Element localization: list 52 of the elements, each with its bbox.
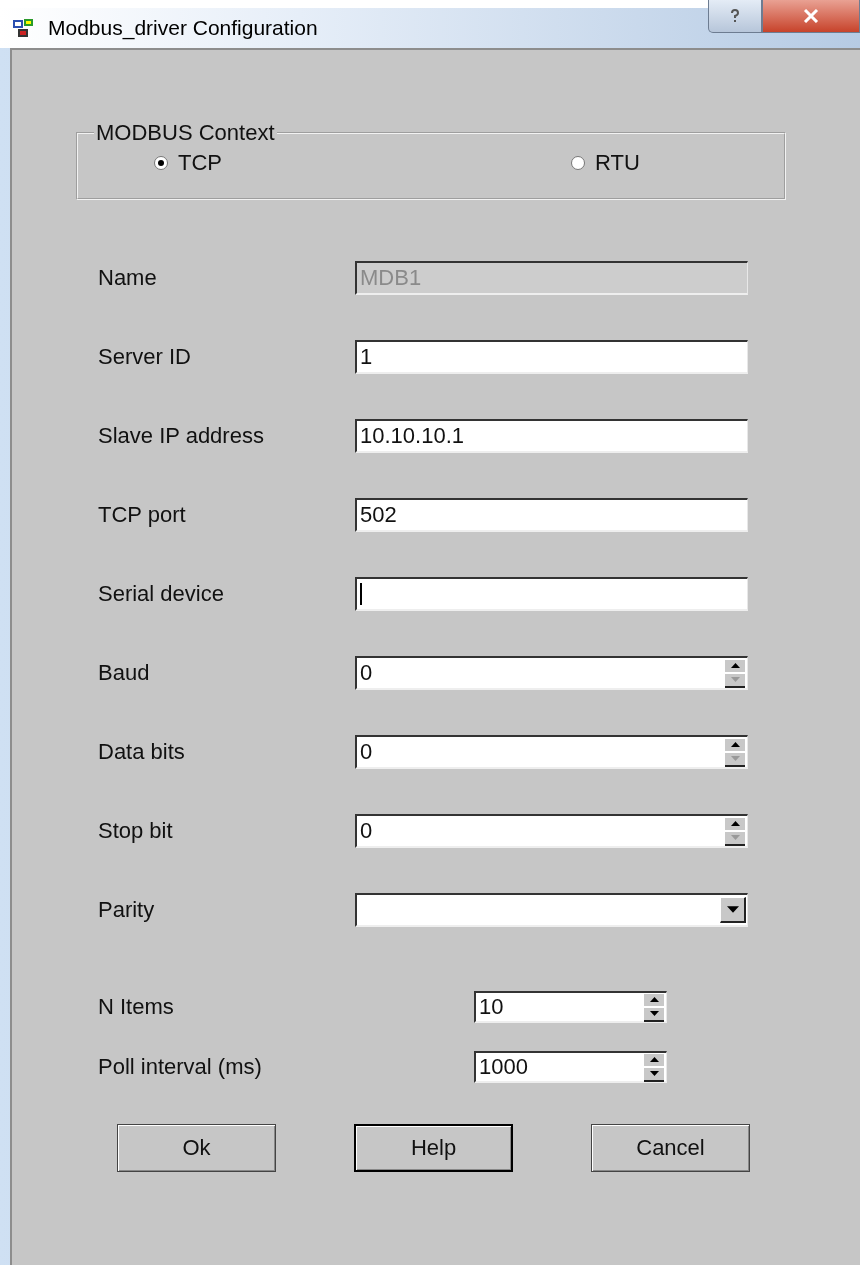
window-title: Modbus_driver Configuration [48, 16, 318, 40]
group-label: MODBUS Context [95, 120, 276, 146]
help-button[interactable] [708, 0, 762, 33]
question-mark-icon [728, 9, 742, 23]
spin-field[interactable]: 1000 [474, 1051, 667, 1083]
up-arrow-icon [730, 663, 740, 668]
spin-down-button[interactable] [644, 1006, 664, 1020]
field-label: Server ID [98, 344, 192, 370]
help-button[interactable]: Help [354, 1124, 513, 1172]
down-arrow-icon [730, 677, 740, 682]
field-label: Stop bit [98, 818, 174, 844]
input-field[interactable]: 10.10.10.1 [355, 419, 748, 453]
dropdown-field[interactable] [355, 893, 748, 927]
down-arrow-icon [649, 1071, 659, 1076]
spin-up-button[interactable] [644, 992, 664, 1006]
up-arrow-icon [730, 742, 740, 747]
field-label: TCP port [98, 502, 187, 528]
field-label: Slave IP address [98, 423, 265, 449]
spin-field[interactable]: 10 [474, 991, 667, 1023]
radio-option[interactable]: RTU [571, 150, 640, 176]
ok-button[interactable]: Ok [117, 1124, 276, 1172]
spin-up-button[interactable] [725, 737, 745, 751]
dropdown-button[interactable] [720, 897, 746, 923]
field-label: N Items [98, 994, 175, 1020]
spin-field[interactable]: 0 [355, 656, 748, 690]
spin-down-button[interactable] [644, 1066, 664, 1080]
field-label: Serial device [98, 581, 225, 607]
spin-up-button[interactable] [644, 1052, 664, 1066]
field-label: Parity [98, 897, 156, 923]
app-icon [12, 18, 34, 38]
spin-field[interactable]: 0 [355, 814, 748, 848]
up-arrow-icon [730, 821, 740, 826]
input-field[interactable] [355, 577, 748, 611]
down-arrow-icon [649, 1011, 659, 1016]
spin-up-button[interactable] [725, 816, 745, 830]
input-field[interactable]: 1 [355, 340, 748, 374]
down-arrow-icon [730, 756, 740, 761]
close-icon [803, 9, 819, 23]
radio-option[interactable]: TCP [154, 150, 571, 176]
field-label: Baud [98, 660, 151, 686]
spin-field[interactable]: 0 [355, 735, 748, 769]
up-arrow-icon [649, 1057, 659, 1062]
up-arrow-icon [649, 997, 659, 1002]
field-label: Name [98, 265, 158, 291]
input-field[interactable]: 502 [355, 498, 748, 532]
field-label: Data bits [98, 739, 186, 765]
spin-up-button[interactable] [725, 658, 745, 672]
down-arrow-icon [726, 906, 739, 913]
cancel-button[interactable]: Cancel [591, 1124, 750, 1172]
close-button[interactable] [762, 0, 860, 33]
down-arrow-icon [730, 835, 740, 840]
field-label: Poll interval (ms) [98, 1054, 263, 1080]
